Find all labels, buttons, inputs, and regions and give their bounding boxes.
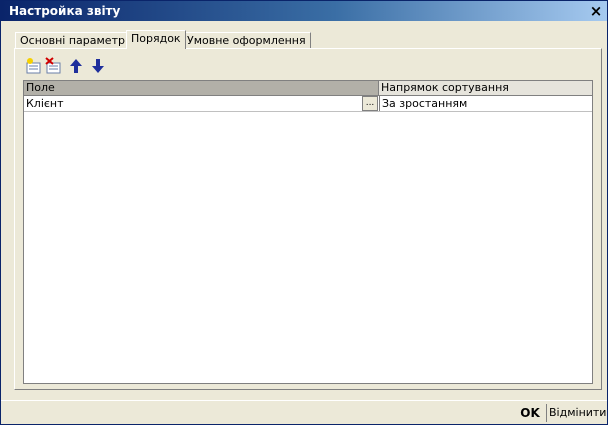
title-bar[interactable]: Настройка звіту ×: [1, 1, 607, 21]
window-title: Настройка звіту: [9, 4, 121, 18]
sort-direction-cell[interactable]: За зростанням: [379, 96, 593, 111]
move-up-button[interactable]: [67, 57, 85, 75]
sort-order-table[interactable]: Поле Напрямок сортування Клієнт ... За з…: [23, 80, 593, 384]
ok-button[interactable]: OK: [517, 404, 543, 422]
add-row-button[interactable]: [25, 57, 43, 75]
field-cell[interactable]: Клієнт: [24, 96, 362, 111]
delete-row-button[interactable]: [45, 57, 63, 75]
move-down-button[interactable]: [89, 57, 107, 75]
tab-conditional-formatting[interactable]: Умовне оформлення: [182, 32, 311, 49]
cancel-button[interactable]: Відмінити: [549, 404, 606, 422]
table-header: Поле Напрямок сортування: [24, 81, 592, 96]
add-row-icon: [26, 58, 41, 74]
close-button[interactable]: ×: [589, 4, 603, 19]
table-row[interactable]: Клієнт ... За зростанням: [24, 96, 592, 112]
tab-main-parameters[interactable]: Основні параметри: [15, 32, 138, 49]
delete-row-icon: [45, 57, 61, 74]
dialog-window: Настройка звіту × Основні параметри Поря…: [0, 0, 608, 425]
move-up-icon: [70, 59, 82, 73]
button-separator: [546, 404, 547, 422]
order-panel: Поле Напрямок сортування Клієнт ... За з…: [14, 48, 602, 390]
button-bar: OK Відмінити: [1, 400, 607, 425]
move-down-icon: [92, 59, 104, 73]
column-header-sort-direction[interactable]: Напрямок сортування: [379, 81, 592, 95]
select-field-button[interactable]: ...: [362, 96, 378, 111]
tab-order[interactable]: Порядок: [126, 30, 186, 49]
column-header-field[interactable]: Поле: [24, 81, 379, 95]
